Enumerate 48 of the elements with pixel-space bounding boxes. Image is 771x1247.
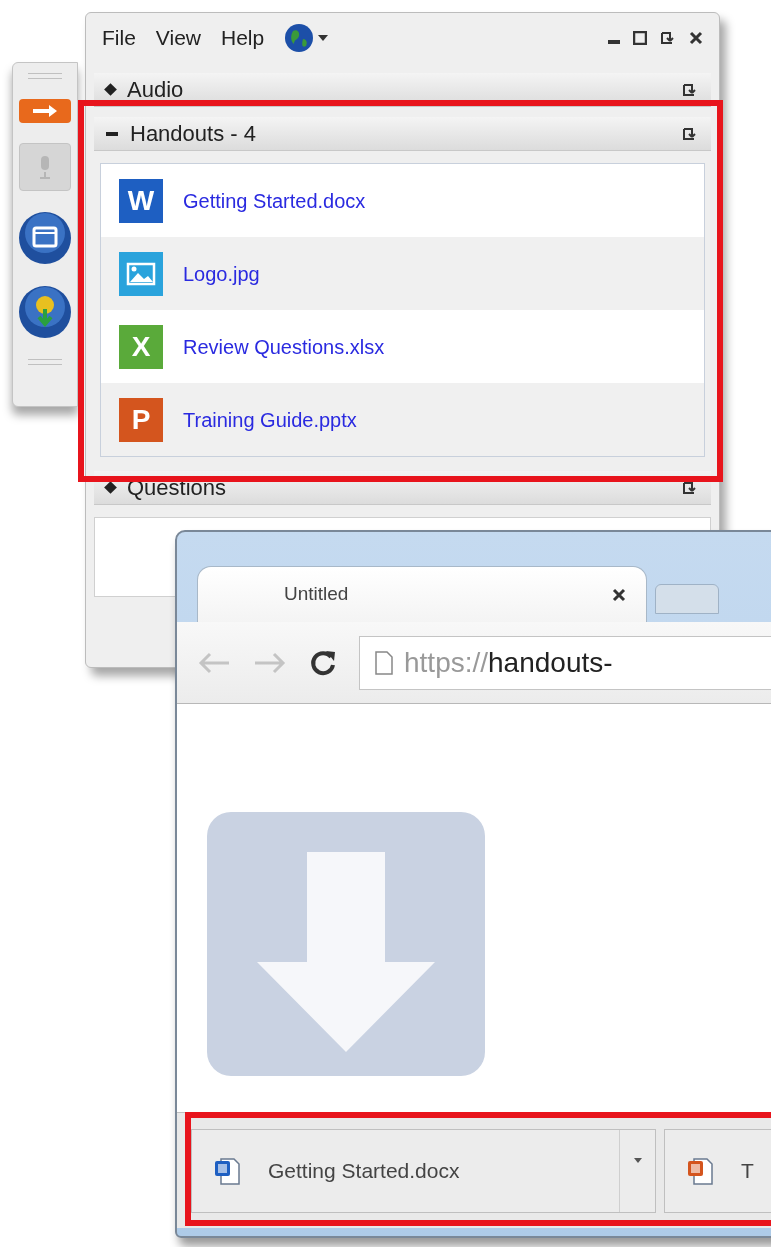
- address-bar[interactable]: https://handouts-: [359, 635, 771, 690]
- file-link[interactable]: Logo.jpg: [183, 258, 260, 289]
- file-type-icon: P: [119, 397, 163, 442]
- menu-item[interactable]: File: [102, 22, 136, 54]
- reload-icon[interactable]: [309, 648, 337, 677]
- download-person-icon[interactable]: [18, 285, 72, 339]
- file-type-icon: W: [119, 178, 163, 223]
- menu-item[interactable]: Help: [221, 22, 265, 54]
- download-name: Getting Started.docx: [268, 1157, 460, 1184]
- refresh-icon[interactable]: [659, 30, 677, 46]
- tab-title: Untitled: [284, 582, 349, 607]
- refresh-icon[interactable]: [681, 125, 699, 142]
- browser-tab[interactable]: Untitled: [197, 566, 647, 622]
- handout-row[interactable]: Logo.jpg: [101, 237, 704, 310]
- handout-row[interactable]: P Training Guide.pptx: [101, 383, 704, 456]
- section-title: Handouts - 4: [130, 122, 256, 145]
- download-item[interactable]: Getting Started.docx: [191, 1128, 656, 1213]
- download-tile-icon: [207, 812, 485, 1076]
- microphone-icon: [37, 154, 53, 180]
- caret-icon: [633, 1157, 642, 1163]
- refresh-icon[interactable]: [681, 81, 699, 98]
- file-link[interactable]: Review Questions.xlsx: [183, 331, 385, 362]
- grip-icon[interactable]: [28, 359, 62, 365]
- collapse-icon: [106, 131, 118, 136]
- grip-icon[interactable]: [28, 73, 62, 79]
- close-icon[interactable]: [612, 587, 626, 602]
- language-menu[interactable]: [284, 23, 329, 53]
- refresh-icon[interactable]: [681, 479, 699, 496]
- menu-item[interactable]: View: [155, 22, 201, 54]
- file-link[interactable]: Getting Started.docx: [183, 185, 366, 216]
- url-text: https://handouts-: [404, 645, 613, 680]
- screen-share-icon[interactable]: [18, 211, 72, 265]
- download-name: T: [741, 1157, 754, 1184]
- download-item[interactable]: T: [664, 1128, 771, 1213]
- arrow-button[interactable]: [19, 99, 71, 123]
- close-icon[interactable]: [689, 31, 703, 45]
- page-icon: [374, 649, 394, 676]
- section-header[interactable]: Handouts - 4: [94, 117, 711, 151]
- expand-icon: [104, 83, 117, 96]
- arrow-icon: [31, 104, 59, 118]
- section-title: Audio: [127, 78, 184, 101]
- section-title: Questions: [127, 476, 227, 499]
- file-link[interactable]: Training Guide.pptx: [183, 404, 357, 435]
- maximize-icon[interactable]: [633, 31, 647, 45]
- globe-icon: [284, 23, 315, 53]
- caret-icon: [318, 35, 329, 41]
- file-type-icon: X: [119, 324, 163, 369]
- image-file-icon: [119, 251, 163, 296]
